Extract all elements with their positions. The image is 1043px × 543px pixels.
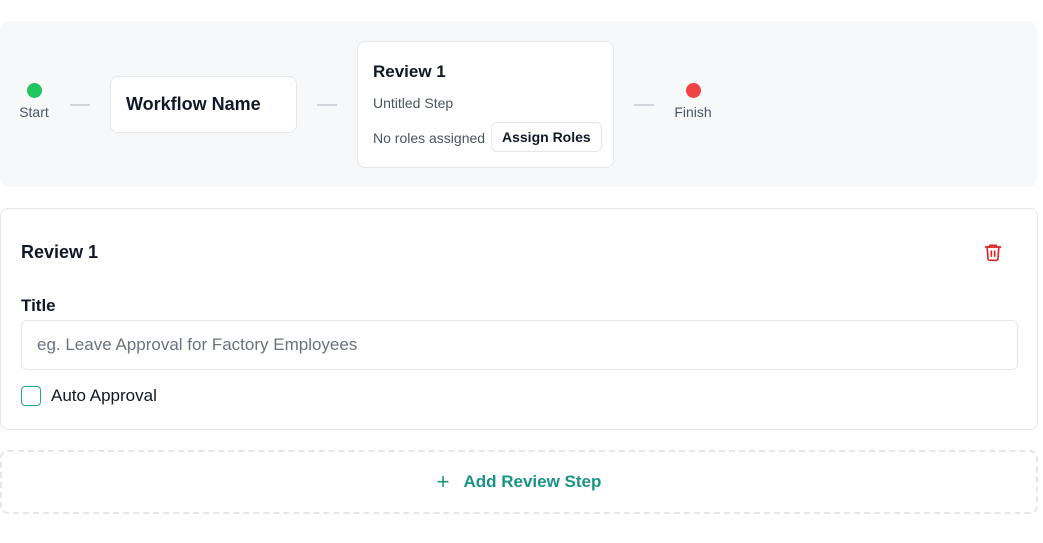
connector-line xyxy=(317,104,337,106)
auto-approval-checkbox[interactable] xyxy=(21,386,41,406)
connector-line xyxy=(634,104,654,106)
step-card-title: Review 1 xyxy=(373,62,446,81)
title-input[interactable] xyxy=(21,320,1018,370)
delete-step-button[interactable] xyxy=(981,240,1005,264)
trash-icon xyxy=(984,244,1002,262)
assign-roles-button[interactable]: Assign Roles xyxy=(491,122,602,152)
workflow-strip: Start Workflow Name Review 1 Untitled St… xyxy=(0,21,1038,187)
roles-status-text: No roles assigned xyxy=(373,130,486,146)
review-step-panel: Review 1 Title Auto Approval xyxy=(0,208,1038,430)
finish-node: Finish xyxy=(663,83,723,120)
auto-approval-row[interactable]: Auto Approval xyxy=(21,386,157,406)
plus-icon: + xyxy=(436,469,450,494)
workflow-name-label: Workflow Name xyxy=(126,94,261,114)
step-card-subtitle: Untitled Step xyxy=(373,95,454,111)
finish-dot-icon xyxy=(685,83,701,98)
finish-label: Finish xyxy=(674,104,712,120)
start-dot-icon xyxy=(26,83,42,98)
title-field-label: Title xyxy=(21,296,56,315)
panel-title: Review 1 xyxy=(21,242,99,262)
start-label: Start xyxy=(19,104,49,120)
workflow-name-card[interactable]: Workflow Name xyxy=(110,76,297,133)
review-step-card[interactable]: Review 1 Untitled Step No roles assigned… xyxy=(357,41,614,168)
add-review-step-button[interactable]: + Add Review Step xyxy=(0,450,1038,514)
connector-line xyxy=(70,104,90,106)
start-node: Start xyxy=(4,83,64,120)
auto-approval-label: Auto Approval xyxy=(51,386,157,405)
add-review-step-label: Add Review Step xyxy=(463,472,602,491)
